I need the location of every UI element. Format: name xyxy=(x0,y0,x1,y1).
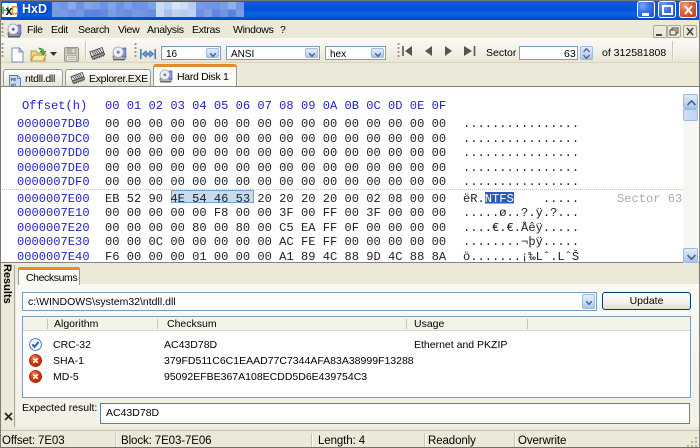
svg-text:x: x xyxy=(6,4,13,18)
svg-text:FB: FB xyxy=(11,77,16,83)
